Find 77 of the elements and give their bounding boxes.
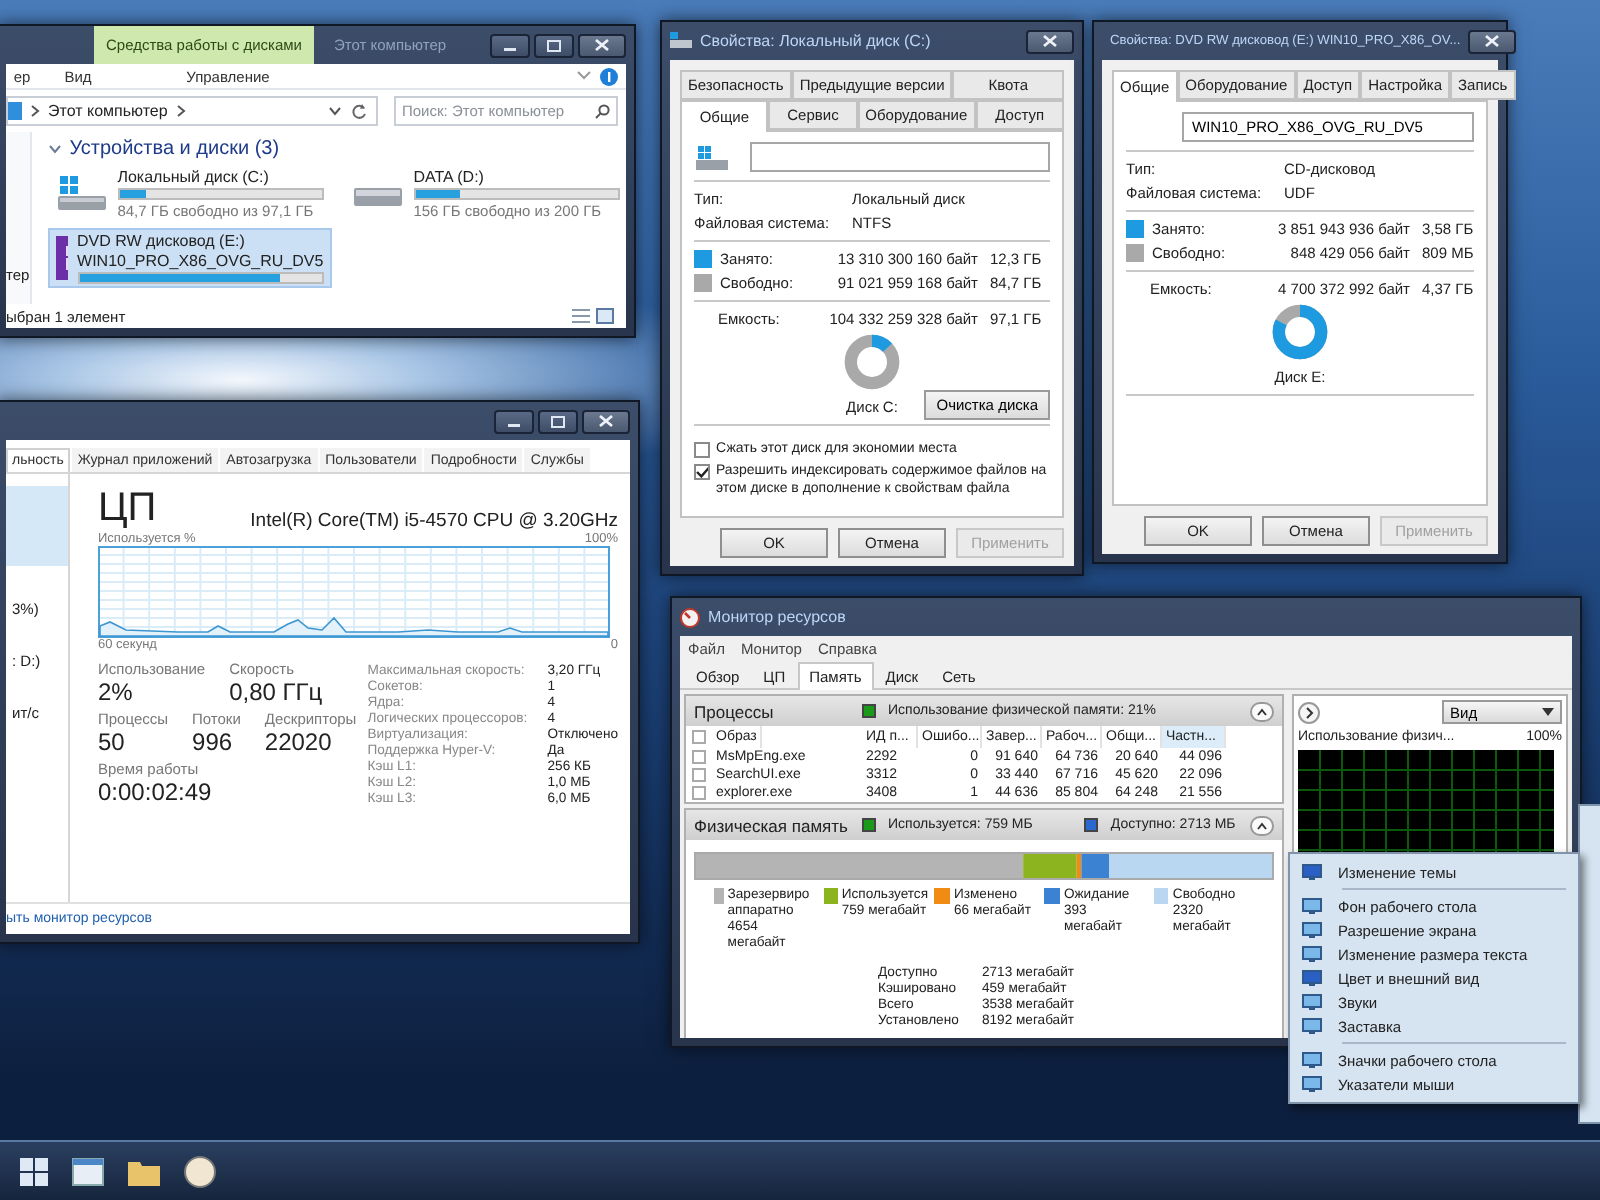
address-text: Этот компьютер [48, 102, 168, 120]
drive-icon [694, 143, 730, 171]
monitor-icon [1302, 1018, 1322, 1034]
close-icon [594, 38, 610, 52]
monitor-icon [1302, 1076, 1322, 1092]
checkbox[interactable] [692, 730, 706, 744]
checkmark-icon [696, 466, 708, 479]
status-square-icon [862, 818, 876, 832]
search-icon [594, 103, 610, 119]
chevron-up-icon [1256, 821, 1268, 829]
stat-value: 2% [98, 678, 135, 706]
chevron-up-icon [1256, 707, 1268, 715]
checkbox[interactable] [694, 442, 710, 458]
stat-value: 996 [192, 728, 235, 756]
folder-icon[interactable] [128, 1157, 160, 1185]
drive-icon [670, 32, 692, 50]
close-button[interactable] [582, 409, 630, 433]
stat-value: 0:00:02:49 [98, 778, 212, 806]
status-square-icon [862, 704, 876, 718]
close-icon [598, 414, 614, 428]
caret-icon [1542, 708, 1554, 716]
details-view-icon[interactable] [572, 308, 590, 324]
checkbox[interactable] [692, 750, 706, 764]
refresh-icon[interactable] [350, 102, 368, 120]
close-button[interactable] [1468, 29, 1517, 53]
minimize-button[interactable] [494, 409, 534, 433]
usage-donut [1270, 302, 1330, 362]
close-button[interactable] [578, 33, 626, 57]
monitor-icon [1302, 922, 1322, 938]
help-icon[interactable] [600, 67, 618, 85]
monitor-icon [1302, 970, 1322, 986]
cpu-model: Intel(R) Core(TM) i5-4570 CPU @ 3.20GHz [250, 510, 618, 532]
checkbox[interactable] [692, 786, 706, 800]
status-square-icon [1084, 818, 1099, 832]
maximize-button[interactable] [538, 409, 578, 433]
window-title: Свойства: Локальный диск (C:) [700, 32, 933, 50]
monitor-icon [1302, 994, 1322, 1010]
minimize-button[interactable] [490, 33, 530, 57]
close-button[interactable] [1026, 29, 1074, 53]
section-title: Процессы [694, 701, 776, 721]
expand-icon[interactable] [1298, 701, 1320, 723]
stat-value: 22020 [264, 728, 334, 756]
checkbox[interactable] [692, 768, 706, 782]
monitor-icon [1302, 898, 1322, 914]
drive-name: DATA (D:) [413, 168, 486, 186]
stat-value: 50 [98, 728, 127, 756]
drive-icon [55, 174, 108, 214]
monitor-icon [1302, 1052, 1322, 1068]
stat-value: 0,80 ГГц [229, 678, 323, 706]
monitor-icon [1302, 864, 1322, 880]
volume-name-field[interactable] [750, 142, 1050, 172]
tiles-view-icon[interactable] [596, 308, 614, 324]
gauge-icon [680, 607, 700, 627]
maximize-icon [546, 39, 562, 51]
group-heading: Устройства и диски (3) [69, 138, 280, 160]
close-icon [1484, 34, 1501, 48]
checkbox[interactable] [694, 464, 710, 481]
address-bar[interactable]: Этот компьютер [6, 96, 378, 126]
usage-donut [842, 332, 902, 392]
chevron-right-icon [30, 104, 40, 118]
drive-name: DVD RW дисковод (E:) [77, 232, 247, 250]
window-icon[interactable] [72, 1157, 104, 1185]
chevron-right-icon [175, 104, 186, 118]
close-icon [1042, 34, 1058, 48]
drive-item[interactable]: DVD RW дисковод (E:) WIN10_PRO_X86_OVG_RU_DV5 [47, 228, 332, 288]
volume-label: WIN10_PRO_X86_OVG_RU_DV5 [77, 252, 324, 270]
chevron-down-icon[interactable] [47, 144, 62, 154]
collapse-button[interactable] [1250, 701, 1274, 721]
chevron-down-icon[interactable] [328, 106, 342, 116]
section-title: Физическая память [694, 815, 850, 835]
drive-name: Локальный диск (C:) [117, 168, 271, 186]
window-title: Монитор ресурсов [708, 608, 848, 626]
maximize-button[interactable] [534, 33, 574, 57]
maximize-icon [550, 415, 566, 427]
monitor-icon [1302, 946, 1322, 962]
collapse-button[interactable] [1250, 815, 1274, 835]
panel-heading: ЦП [98, 486, 157, 532]
